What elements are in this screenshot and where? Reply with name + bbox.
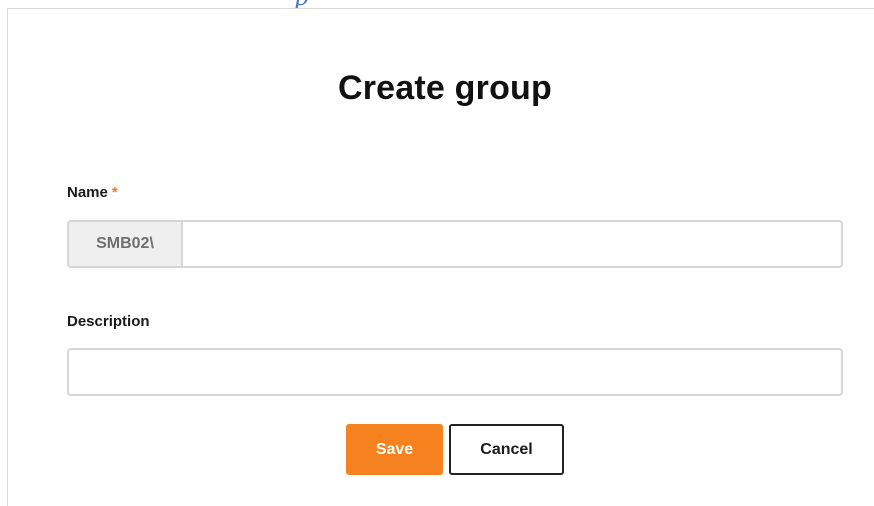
create-group-dialog: Create group Name * SMB02\ Description Sa…	[7, 8, 874, 506]
description-field-label: Description	[67, 313, 150, 330]
clipped-header-glyph: p	[295, 0, 309, 11]
name-input[interactable]	[183, 222, 841, 266]
dialog-title: Create group	[338, 69, 552, 107]
cancel-button[interactable]: Cancel	[449, 424, 564, 475]
description-input[interactable]	[67, 348, 843, 396]
name-input-group: SMB02\	[67, 220, 843, 268]
page: p Create group Name* SMB02\ Description …	[0, 0, 874, 506]
save-button[interactable]: Save	[346, 424, 443, 475]
domain-prefix: SMB02\	[69, 222, 183, 266]
name-field-label-row: Name *	[67, 184, 118, 201]
required-marker: *	[111, 184, 118, 201]
name-field-label: Name	[67, 184, 108, 201]
